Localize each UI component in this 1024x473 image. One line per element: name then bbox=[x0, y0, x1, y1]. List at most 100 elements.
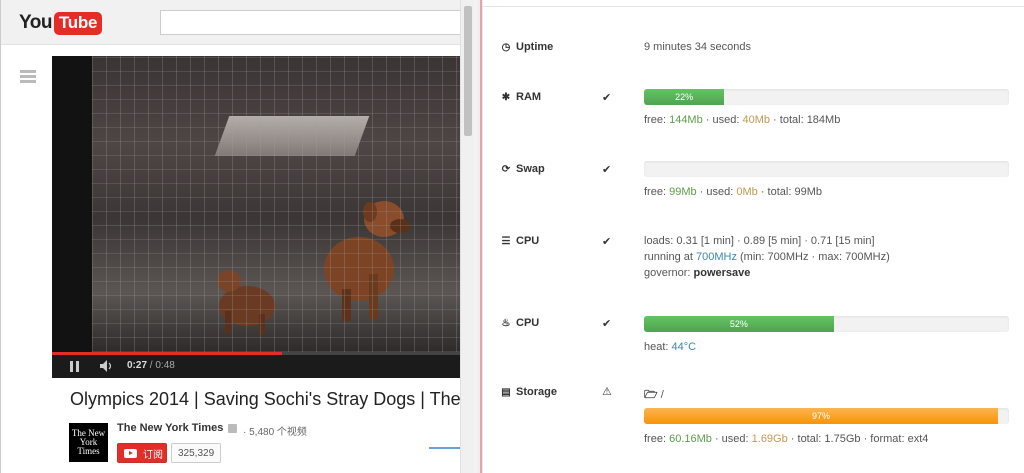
channel-video-count: · 5,480 个视频 bbox=[243, 427, 307, 438]
storage-label-text: Storage bbox=[516, 386, 557, 398]
ram-used-value: 40Mb bbox=[742, 114, 770, 126]
swap-used-value: 0Mb bbox=[736, 186, 758, 198]
guide-menu-icon[interactable] bbox=[20, 70, 36, 84]
youtube-logo[interactable]: You Tube bbox=[19, 11, 103, 35]
volume-icon[interactable] bbox=[100, 360, 114, 372]
cpu-governor-value: powersave bbox=[693, 267, 751, 279]
storage-free-label: free: bbox=[644, 433, 670, 445]
list-icon: ☰ bbox=[501, 235, 511, 247]
youtube-header: You Tube bbox=[1, 0, 474, 45]
storage-mount: 🗁 / bbox=[644, 386, 664, 405]
swap-total-value: 99Mb bbox=[794, 186, 822, 198]
folder-open-icon: 🗁 bbox=[644, 389, 658, 401]
storage-label: ▤ Storage bbox=[500, 386, 557, 398]
swap-free-value: 99Mb bbox=[669, 186, 697, 198]
scrollbar-thumb[interactable] bbox=[464, 6, 472, 136]
storage-warning-icon: ⚠ bbox=[602, 386, 612, 398]
scrollbar[interactable] bbox=[460, 0, 474, 473]
subscriber-count: 325,329 bbox=[171, 443, 222, 463]
logo-you-text: You bbox=[19, 12, 52, 33]
duration: 0:48 bbox=[155, 360, 175, 371]
swap-label-text: Swap bbox=[516, 163, 545, 175]
uptime-label-text: Uptime bbox=[516, 41, 554, 53]
swap-progress-bar bbox=[644, 161, 1009, 177]
pause-button[interactable] bbox=[70, 361, 80, 372]
tab-indicator bbox=[429, 447, 460, 449]
swap-label: ⟳ Swap bbox=[500, 163, 545, 175]
swap-check-icon: ✔ bbox=[602, 164, 612, 176]
ram-free-value: 144Mb bbox=[669, 114, 703, 126]
video-player[interactable] bbox=[52, 56, 460, 352]
subscribe-label: 订阅 bbox=[143, 449, 163, 461]
cpu-heat-value: 44°C bbox=[671, 341, 697, 353]
storage-total-label: · total: bbox=[787, 433, 825, 445]
ram-total-label: · total: bbox=[770, 114, 807, 126]
verified-icon bbox=[228, 424, 237, 433]
player-progress-played bbox=[52, 352, 282, 355]
player-progress-bar[interactable] bbox=[52, 352, 460, 355]
storage-mount-path: / bbox=[660, 389, 664, 401]
storage-details: free: 60.16Mb · used: 1.69Gb · total: 1.… bbox=[644, 433, 928, 445]
ram-progress-bar: 22% bbox=[644, 89, 1009, 105]
video-scene-cage bbox=[92, 56, 460, 352]
cpu-label: ☰ CPU bbox=[500, 235, 540, 247]
window-border bbox=[480, 0, 482, 473]
swap-total-label: · total: bbox=[757, 186, 795, 198]
ram-label: ✱ RAM bbox=[500, 91, 541, 103]
search-input[interactable] bbox=[160, 10, 461, 35]
ram-details: free: 144Mb · used: 40Mb · total: 184Mb bbox=[644, 114, 840, 126]
uptime-value: 9 minutes 34 seconds bbox=[644, 41, 752, 53]
storage-free-value: 60.16Mb bbox=[669, 433, 712, 445]
ram-free-label: free: bbox=[644, 114, 670, 126]
youtube-window: You Tube 0:27 / 0:48 Olympics 2014 | Sav… bbox=[0, 0, 474, 473]
storage-total-value: 1.75Gb bbox=[824, 433, 861, 445]
clock-icon: ◷ bbox=[501, 41, 511, 53]
cpu-running-range: (min: 700MHz · max: 700MHz) bbox=[736, 251, 890, 263]
swap-used-label: · used: bbox=[696, 186, 737, 198]
refresh-icon: ⟳ bbox=[501, 163, 511, 175]
monitor-top-border bbox=[483, 6, 1024, 7]
cpu-governor: governor: powersave bbox=[644, 267, 750, 279]
subscribe-button[interactable]: 订阅 bbox=[117, 443, 167, 463]
cpu-temp-check-icon: ✔ bbox=[602, 318, 612, 330]
cpu-label-text: CPU bbox=[516, 235, 540, 247]
storage-progress-bar: 97% bbox=[644, 408, 1009, 424]
storage-used-label: · used: bbox=[711, 433, 752, 445]
cpu-governor-label: governor: bbox=[644, 267, 694, 279]
asterisk-icon: ✱ bbox=[501, 91, 511, 103]
player-controls: 0:27 / 0:48 bbox=[52, 352, 460, 378]
youtube-play-icon bbox=[124, 448, 137, 458]
channel-avatar[interactable]: The New York Times bbox=[69, 423, 108, 462]
cpu-temp-label: ♨ CPU bbox=[500, 317, 540, 329]
storage-format-value: ext4 bbox=[907, 433, 929, 445]
player-time: 0:27 / 0:48 bbox=[127, 360, 175, 371]
storage-format-label: · format: bbox=[860, 433, 908, 445]
cpu-temp-progress-bar: 52% bbox=[644, 316, 1009, 332]
video-title: Olympics 2014 | Saving Sochi's Stray Dog… bbox=[70, 389, 460, 409]
cpu-running: running at 700MHz (min: 700MHz · max: 70… bbox=[644, 251, 890, 263]
ram-progress-fill: 22% bbox=[644, 89, 725, 105]
ram-total-value: 184Mb bbox=[806, 114, 841, 126]
cpu-loads: loads: 0.31 [1 min] · 0.89 [5 min] · 0.7… bbox=[644, 235, 875, 247]
cpu-check-icon: ✔ bbox=[602, 236, 612, 248]
channel-name[interactable]: The New York Times bbox=[117, 422, 223, 434]
hdd-icon: ▤ bbox=[501, 386, 511, 398]
ram-used-label: · used: bbox=[702, 114, 743, 126]
fire-icon: ♨ bbox=[501, 317, 511, 329]
logo-tube-text: Tube bbox=[53, 11, 103, 35]
ram-label-text: RAM bbox=[516, 91, 542, 103]
current-time: 0:27 bbox=[127, 360, 148, 371]
uptime-label: ◷ Uptime bbox=[500, 41, 554, 53]
system-monitor: ◷ Uptime 9 minutes 34 seconds ✱ RAM ✔ 22… bbox=[483, 0, 1024, 473]
cpu-running-freq: 700MHz bbox=[695, 251, 737, 263]
cpu-heat: heat: 44°C bbox=[644, 341, 696, 353]
swap-details: free: 99Mb · used: 0Mb · total: 99Mb bbox=[644, 186, 822, 198]
cpu-running-label: running at bbox=[644, 251, 696, 263]
cpu-heat-label: heat: bbox=[644, 341, 672, 353]
ram-check-icon: ✔ bbox=[602, 92, 612, 104]
cpu-temp-progress-fill: 52% bbox=[644, 316, 834, 332]
storage-used-value: 1.69Gb bbox=[751, 433, 788, 445]
cpu-temp-label-text: CPU bbox=[516, 317, 540, 329]
swap-free-label: free: bbox=[644, 186, 670, 198]
storage-progress-fill: 97% bbox=[644, 408, 999, 424]
